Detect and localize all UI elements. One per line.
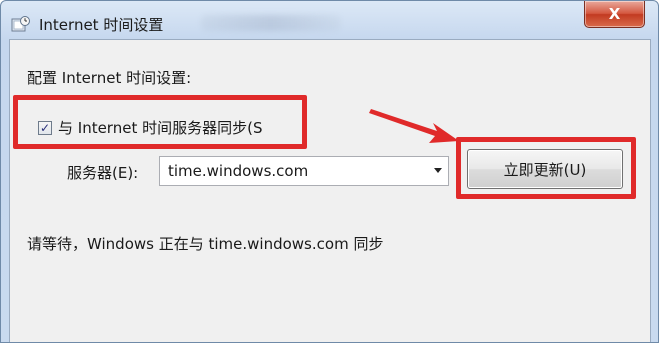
blurred-background-text: [201, 15, 341, 31]
clock-settings-icon: [11, 16, 30, 32]
update-now-label: 立即更新(U): [503, 160, 587, 179]
annotation-highlight-checkbox: [13, 95, 307, 149]
close-button[interactable]: X: [584, 1, 645, 28]
close-icon: X: [608, 5, 621, 23]
update-now-button[interactable]: 立即更新(U): [467, 149, 623, 189]
server-value: time.windows.com: [168, 162, 309, 180]
server-combobox[interactable]: time.windows.com: [159, 156, 449, 186]
status-message: 请等待，Windows 正在与 time.windows.com 同步: [27, 235, 384, 253]
pointer-arrow: [369, 109, 459, 143]
section-heading: 配置 Internet 时间设置:: [27, 69, 192, 87]
internet-time-settings-window: Internet 时间设置 X 配置 Internet 时间设置: ✓ 与 In…: [0, 0, 659, 343]
server-label: 服务器(E):: [67, 164, 139, 182]
window-title: Internet 时间设置: [39, 16, 164, 34]
dropdown-arrow-icon[interactable]: [434, 168, 442, 173]
title-bar[interactable]: Internet 时间设置 X: [1, 1, 658, 39]
